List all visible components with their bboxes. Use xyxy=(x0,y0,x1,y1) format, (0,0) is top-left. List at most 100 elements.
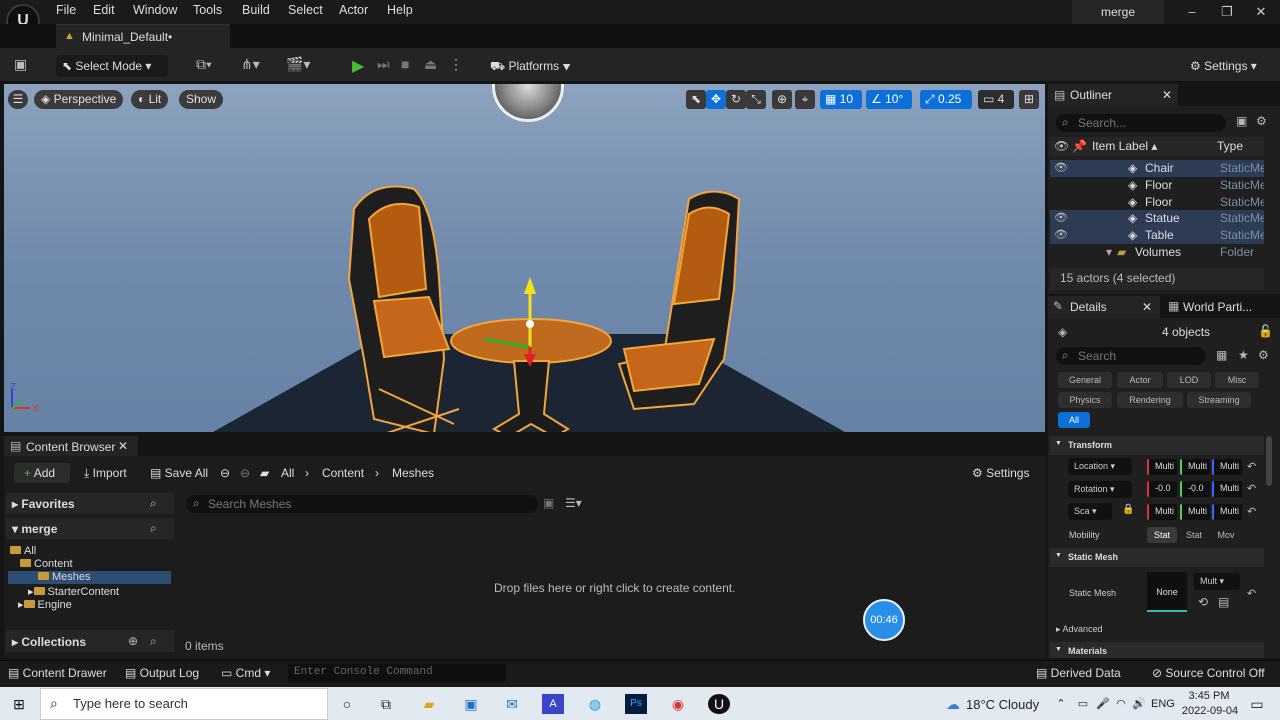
menu-edit[interactable]: Edit xyxy=(93,3,115,17)
scale-tool-icon[interactable]: ⤡ xyxy=(746,90,766,109)
viewport-layout-icon[interactable]: ⊞ xyxy=(1019,90,1039,109)
scene-meshes[interactable] xyxy=(334,179,754,432)
expand-arrow-icon[interactable]: ▾ xyxy=(1106,245,1112,259)
select-tool-icon[interactable]: ⬉ xyxy=(686,90,706,109)
reset-arrow-icon[interactable]: ↶ xyxy=(1247,460,1256,473)
menu-build[interactable]: Build xyxy=(242,3,270,17)
folder-nav-icon[interactable]: ▰ xyxy=(260,463,269,483)
tree-item-content[interactable]: Content xyxy=(20,558,73,571)
outliner-row[interactable]: ◈ Floor StaticMe xyxy=(1050,177,1264,194)
step-icon[interactable]: ⏭ xyxy=(377,56,390,73)
lit-button[interactable]: ◐ Lit xyxy=(131,90,169,109)
advanced-toggle[interactable]: ▸ Advanced xyxy=(1056,624,1103,635)
details-settings-icon[interactable]: ⚙ xyxy=(1258,348,1269,362)
materials-section[interactable]: Materials xyxy=(1050,642,1264,658)
network-icon[interactable]: ▭ xyxy=(1072,694,1094,714)
breadcrumb-content[interactable]: Content xyxy=(322,463,364,483)
outliner-settings-icon[interactable]: ⚙ xyxy=(1256,114,1267,128)
app-icon[interactable]: A xyxy=(542,694,564,714)
source-control-button[interactable]: ⊘ Source Control Off xyxy=(1152,666,1265,680)
photoshop-icon[interactable]: Ps xyxy=(625,694,647,714)
save-icon[interactable]: ▣ xyxy=(14,56,27,73)
blueprint-icon[interactable]: ⋔▾ xyxy=(241,56,260,73)
scale-x[interactable]: Multi xyxy=(1147,504,1177,520)
outliner-row[interactable]: 👁 ◈ Table StaticMe xyxy=(1050,227,1264,244)
filter-actor[interactable]: Actor xyxy=(1117,372,1163,388)
outliner-tab[interactable]: Outliner ✕ xyxy=(1048,84,1178,106)
clock-date[interactable]: 2022-09-04 xyxy=(1180,705,1240,717)
close-tab-icon[interactable]: ✕ xyxy=(1142,300,1152,314)
notification-icon[interactable]: ▭ xyxy=(1246,694,1268,714)
close-tab-icon[interactable]: ✕ xyxy=(118,439,128,453)
eye-icon[interactable]: 👁 xyxy=(1054,211,1068,224)
clock-time[interactable]: 3:45 PM xyxy=(1186,690,1232,702)
star-icon[interactable]: ★ xyxy=(1238,348,1249,362)
cb-settings-button[interactable]: ⚙ Settings xyxy=(972,463,1029,483)
maximize-icon[interactable]: ❐ xyxy=(1217,4,1237,20)
edge-icon[interactable]: ◍ xyxy=(584,694,606,714)
scale-snap-toggle[interactable]: ⤢ 0.25 xyxy=(920,90,972,109)
play-options-icon[interactable]: ⋮ xyxy=(449,56,463,73)
eject-icon[interactable]: ⏏ xyxy=(424,56,437,73)
reset-arrow-icon[interactable]: ↶ xyxy=(1247,482,1256,495)
scale-z[interactable]: Multi xyxy=(1212,504,1242,520)
mesh-picker-dropdown[interactable]: Mult ▾ xyxy=(1194,573,1240,590)
location-x[interactable]: Multi xyxy=(1147,459,1177,475)
location-y[interactable]: Multi xyxy=(1180,459,1210,475)
outliner-row[interactable]: 👁 ◈ Statue StaticMe xyxy=(1050,210,1264,227)
lock-icon[interactable]: 🔓 xyxy=(1258,324,1273,338)
level-viewport[interactable]: Z X xyxy=(4,84,1045,432)
windows-start-icon[interactable]: ⊞ xyxy=(8,694,30,714)
outliner-row[interactable]: ◈ Floor StaticMe xyxy=(1050,194,1264,211)
translate-tool-icon[interactable]: ✥ xyxy=(706,90,726,109)
back-icon[interactable]: ⊖ xyxy=(220,463,230,483)
camera-speed-button[interactable]: ▭ 4 xyxy=(978,90,1014,109)
search-icon[interactable]: ⌕ xyxy=(150,634,157,649)
browse-icon[interactable]: ▤ xyxy=(1218,595,1229,609)
rotation-z[interactable]: Multi xyxy=(1212,481,1242,497)
grid-snap-toggle[interactable]: ▦ 10 xyxy=(820,90,862,109)
close-tab-icon[interactable]: ✕ xyxy=(1162,88,1172,102)
outliner-row[interactable]: ▾ ▰ Volumes Folder xyxy=(1050,244,1264,261)
menu-help[interactable]: Help xyxy=(387,3,413,17)
eye-icon[interactable]: 👁 xyxy=(1054,161,1068,174)
content-browser-tab[interactable]: Content Browser ✕ xyxy=(4,436,138,456)
tree-item-meshes[interactable]: Meshes xyxy=(38,571,91,584)
outliner-search-input[interactable]: Search... xyxy=(1056,114,1226,132)
project-section[interactable]: ▾ merge xyxy=(12,522,57,536)
content-drawer-button[interactable]: ▤ Content Drawer xyxy=(8,666,107,680)
filter-all[interactable]: All xyxy=(1058,412,1090,428)
output-log-button[interactable]: ▤ Output Log xyxy=(125,666,199,680)
scale-dropdown[interactable]: Sca ▾ xyxy=(1068,503,1112,520)
viewport-menu-icon[interactable]: ☰ xyxy=(8,90,28,109)
file-explorer-icon[interactable]: ▰ xyxy=(418,694,440,714)
search-icon[interactable]: ⌕ xyxy=(150,496,157,511)
menu-window[interactable]: Window xyxy=(133,3,177,17)
menu-file[interactable]: File xyxy=(56,3,76,17)
stop-icon[interactable]: ■ xyxy=(401,56,409,72)
item-label-header[interactable]: Item Label ▴ xyxy=(1092,139,1157,153)
filter-physics[interactable]: Physics xyxy=(1058,392,1112,408)
rotation-y[interactable]: -0.0 xyxy=(1180,481,1210,497)
settings-button[interactable]: ⚙ Settings ▾ xyxy=(1184,55,1263,77)
world-space-icon[interactable]: ⊕ xyxy=(772,90,792,109)
surface-snap-icon[interactable]: ⌖ xyxy=(795,90,815,109)
world-partition-tab[interactable]: World Parti... xyxy=(1183,300,1252,314)
cortana-icon[interactable]: ○ xyxy=(336,694,358,714)
breadcrumb-meshes[interactable]: Meshes xyxy=(392,463,434,483)
level-tab[interactable]: ▲ Minimal_Default• xyxy=(56,24,230,48)
reset-arrow-icon[interactable]: ↶ xyxy=(1247,587,1256,600)
add-actor-icon[interactable]: ⧉▾ xyxy=(196,56,212,73)
filter-misc[interactable]: Misc xyxy=(1215,372,1259,388)
outliner-row[interactable]: 👁 ◈ Chair StaticMe xyxy=(1050,160,1264,177)
save-search-icon[interactable]: ▣ xyxy=(543,496,554,510)
filter-rendering[interactable]: Rendering xyxy=(1117,392,1183,408)
add-button[interactable]: + Add xyxy=(14,463,70,483)
mobility-movable[interactable]: Mov xyxy=(1211,527,1241,543)
mail-icon[interactable]: ✉ xyxy=(501,694,523,714)
rotation-dropdown[interactable]: Rotation ▾ xyxy=(1068,481,1132,498)
minimize-icon[interactable]: – xyxy=(1182,4,1202,19)
unreal-taskbar-icon[interactable]: U xyxy=(708,694,730,714)
language-indicator[interactable]: ENG xyxy=(1151,698,1175,710)
details-search-input[interactable]: Search xyxy=(1056,347,1206,365)
